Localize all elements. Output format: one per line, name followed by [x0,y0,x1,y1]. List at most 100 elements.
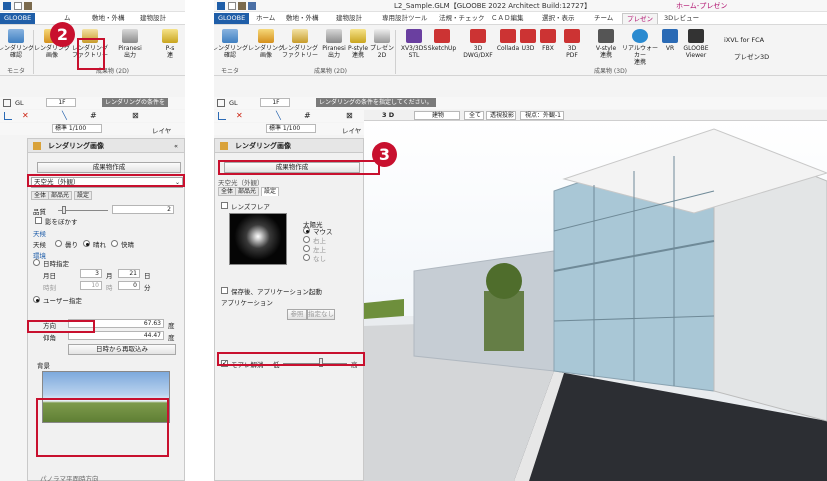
tab-regulation[interactable]: 法規・チェック [439,13,485,24]
pstyle-button[interactable]: P-s 連 [152,29,185,59]
quality-value[interactable]: 2 [112,205,174,214]
tab-parts-light[interactable]: 部品光 [48,191,73,200]
new-file-icon[interactable] [14,2,22,10]
tab-gloobe[interactable]: GLOOBE [0,13,36,24]
tab-cad-edit[interactable]: ＣＡＤ編集 [491,13,524,24]
tab-building-design[interactable]: 建物設計 [336,13,362,24]
tab-3d-review[interactable]: 3Dレビュー [664,13,699,24]
floor-select[interactable]: 1F [46,98,76,107]
datetime-label: 日時指定 [43,260,69,268]
sun-upper-right-radio[interactable] [303,236,310,243]
after-save-checkbox[interactable] [221,287,228,294]
rendering-check-button[interactable]: レンダリング 確認 [0,29,34,59]
floor-select[interactable]: 1F [260,98,290,107]
weather-row-label: 天候 [33,241,46,249]
unspecified-button[interactable]: 指定なし [307,309,335,320]
sketchup-button[interactable]: SketchUp [424,29,460,52]
tab-parts-light[interactable]: 部品光 [235,187,260,196]
weather-cloudy-radio[interactable] [55,240,62,247]
tab-home[interactable]: ホーム [256,13,275,24]
open-folder-icon[interactable] [24,2,32,10]
preset-value: 天空光（外観） [218,179,264,187]
back-icon[interactable] [217,99,225,107]
floor-toolbar: GL 1F レンダリングの条件を [0,97,185,109]
sun-upper-left-radio[interactable] [303,245,310,252]
piranesi-button[interactable]: Piranesi 出力 [112,29,148,59]
month-input[interactable]: 3 [80,269,102,278]
create-output-button[interactable]: 成果物作成 [37,162,181,173]
ribbon-separator [33,30,34,74]
snap-icon[interactable]: ⊠ [346,112,354,120]
tab-presentation[interactable]: プレゼン [622,13,658,24]
gl-label: GL [229,99,238,107]
pdf-3d-button[interactable]: 3D PDF [554,29,590,59]
render-factory-icon [292,29,308,43]
ixvl-button[interactable]: iXVL for FCA [724,36,764,44]
back-icon[interactable] [3,99,11,107]
presentation-3d-button[interactable]: プレゼン3D [734,51,769,61]
datetime-radio[interactable] [33,259,40,266]
save-icon[interactable] [248,2,256,10]
pdf-icon [564,29,580,43]
line-icon[interactable]: ╲ [276,112,284,120]
reload-from-datetime-button[interactable]: 日時から再取込み [68,344,176,355]
tab-site[interactable]: 敷地・外構 [92,13,125,24]
sun-mouse-radio[interactable] [303,227,310,234]
line-icon[interactable]: ╲ [62,112,70,120]
view-mode[interactable]: 3 D [382,111,394,119]
tab-team[interactable]: チーム [594,13,613,24]
weather-sunny-radio[interactable] [83,240,90,247]
tab-overall[interactable]: 全体 [218,187,237,196]
rendering-panel: レンダリング画像 成果物作成 天空光（外観） 全体 部品光 設定 レンズフレア … [214,138,364,481]
panorama-direction-label: パノラマ平面時方向 [40,475,99,481]
tab-special-tools[interactable]: 専用設計ツール [382,13,428,24]
layer-button[interactable]: レイヤ [152,125,171,135]
grid-icon[interactable]: # [304,112,312,120]
rendering-check-label: レンダリング 確認 [0,45,35,59]
user-spec-radio[interactable] [33,296,40,303]
blur-shadow-checkbox[interactable] [35,217,42,224]
gloobe-viewer-button[interactable]: GLOOBE Viewer [678,29,714,59]
tab-site[interactable]: 敷地・外構 [286,13,319,24]
minute-input[interactable]: 0 [118,281,140,290]
view-building-select[interactable]: 建物 [414,111,460,120]
scale-select[interactable]: 標準 1/100 [266,124,316,133]
cross-icon[interactable]: ✕ [236,112,244,120]
tab-settings[interactable]: 設定 [74,191,93,200]
corner-icon[interactable] [4,112,12,120]
layer-button[interactable]: レイヤ [342,125,361,135]
collapse-icon[interactable]: « [174,142,178,150]
view-all-button[interactable]: 全て [464,111,484,120]
rendering-factory-button[interactable]: レンダリング ファクトリー [282,29,318,59]
pstyle-icon [162,29,178,43]
cross-icon[interactable]: ✕ [22,112,30,120]
tab-overall[interactable]: 全体 [31,191,50,200]
open-folder-icon[interactable] [238,2,246,10]
grid-icon[interactable]: # [90,112,98,120]
rendering-image-button[interactable]: レンダリング 画像 [248,29,284,59]
tab-select-display[interactable]: 選択・表示 [542,13,575,24]
tab-gloobe[interactable]: GLOOBE [214,13,250,24]
hour-input[interactable]: 10 [80,281,102,290]
browse-button[interactable]: 参照 [287,309,307,320]
3d-viewport[interactable] [364,121,827,481]
ribbon-right: レンダリング 確認 レンダリング 画像 レンダリング ファクトリー Pirane… [214,26,827,76]
quality-slider-thumb[interactable] [62,206,66,214]
sun-none-radio[interactable] [303,254,310,261]
scale-select[interactable]: 標準 1/100 [52,124,102,133]
day-input[interactable]: 21 [118,269,140,278]
tab-building-design[interactable]: 建物設計 [140,13,166,24]
snap-icon[interactable]: ⊠ [132,112,140,120]
weather-clear-radio[interactable] [111,240,118,247]
view-point-select[interactable]: 視点：外観-1 [520,111,564,120]
weather-sunny-label: 晴れ [93,241,106,249]
tab-settings[interactable]: 設定 [261,187,280,196]
corner-icon[interactable] [218,112,226,120]
view-projection-button[interactable]: 透視投影 [486,111,516,120]
rendering-check-button[interactable]: レンダリング 確認 [214,29,248,59]
lens-flare-checkbox[interactable] [221,202,228,209]
new-file-icon[interactable] [228,2,236,10]
vstyle-button[interactable]: V-style 連携 [588,29,624,59]
time-label: 時刻 [43,284,56,292]
step-3-badge: 3 [372,142,397,167]
